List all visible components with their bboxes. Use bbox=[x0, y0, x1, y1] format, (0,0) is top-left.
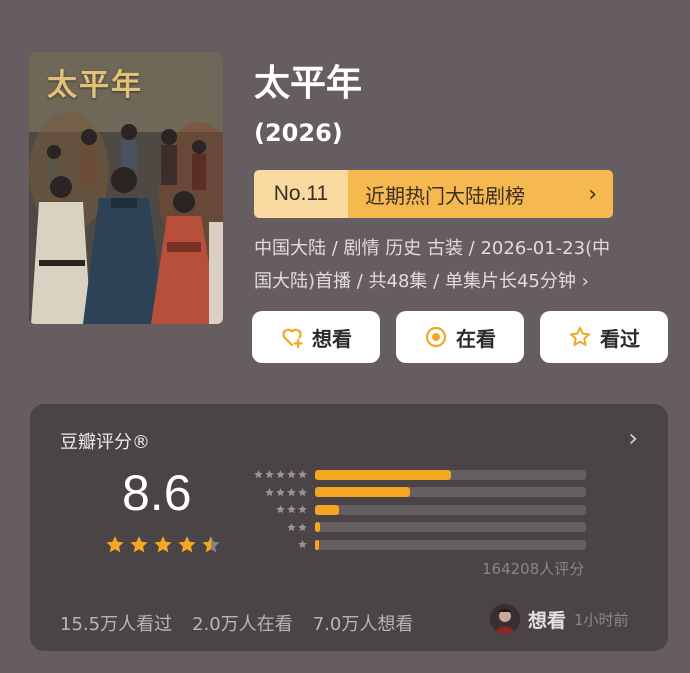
distribution-track bbox=[315, 487, 586, 498]
small-star-icon bbox=[265, 487, 274, 496]
rank-badge[interactable]: No.11 近期热门大陆剧榜 › bbox=[254, 170, 613, 218]
small-star-icon bbox=[276, 470, 285, 479]
rank-list-name: 近期热门大陆剧榜 › bbox=[348, 170, 613, 218]
recent-activity[interactable]: 想看 1小时前 bbox=[490, 604, 629, 634]
show-meta[interactable]: 中国大陆 / 剧情 历史 古装 / 2026-01-23(中 国大陆)首播 / … bbox=[254, 232, 654, 298]
distribution-row-1-star bbox=[243, 536, 593, 554]
small-star-icon bbox=[287, 487, 296, 496]
distribution-track bbox=[315, 469, 586, 480]
star-icon bbox=[154, 536, 172, 553]
rating-count: 164208人评分 bbox=[482, 560, 585, 578]
small-star-icon bbox=[298, 522, 307, 531]
want-count: 7.0万人想看 bbox=[312, 614, 414, 635]
page-title: 太平年 bbox=[254, 63, 363, 104]
watching-count: 2.0万人在看 bbox=[192, 614, 293, 635]
distribution-bar bbox=[315, 539, 320, 550]
small-star-icon bbox=[276, 487, 285, 496]
distribution-stars bbox=[243, 539, 315, 550]
audience-stats: 15.5万人看过 2.0万人在看 7.0万人想看 bbox=[60, 610, 413, 636]
recent-time: 1小时前 bbox=[574, 610, 629, 629]
rank-number: No.11 bbox=[254, 170, 348, 218]
distribution-row-3-star bbox=[243, 501, 593, 519]
distribution-track bbox=[315, 504, 586, 515]
watching-button[interactable]: 在看 bbox=[396, 311, 524, 363]
watched-button[interactable]: 看过 bbox=[540, 311, 668, 363]
small-star-icon bbox=[298, 487, 307, 496]
watched-label: 看过 bbox=[600, 326, 640, 351]
recent-action: 想看 bbox=[528, 609, 567, 632]
rating-score: 8.6 bbox=[122, 465, 192, 521]
small-star-icon bbox=[265, 470, 274, 479]
distribution-bar bbox=[315, 487, 410, 498]
small-star-icon bbox=[287, 470, 296, 479]
release-year: (2026) bbox=[254, 119, 343, 147]
poster-title: 太平年 bbox=[47, 68, 143, 103]
small-star-icon bbox=[298, 470, 307, 479]
meta-line-1: 中国大陆 / 剧情 历史 古装 / 2026-01-23(中 bbox=[254, 238, 611, 259]
action-bar: 想看 在看 看过 bbox=[252, 311, 668, 363]
star-icon bbox=[202, 536, 220, 553]
watched-count: 15.5万人看过 bbox=[60, 614, 173, 635]
distribution-bar bbox=[315, 522, 321, 533]
chevron-right-icon: › bbox=[588, 181, 597, 207]
distribution-bar bbox=[315, 504, 340, 515]
watching-label: 在看 bbox=[456, 326, 496, 351]
want-to-watch-button[interactable]: 想看 bbox=[252, 311, 380, 363]
distribution-stars bbox=[243, 487, 315, 498]
distribution-stars bbox=[243, 522, 315, 533]
distribution-stars bbox=[243, 504, 315, 515]
star-outline-icon bbox=[570, 326, 590, 346]
meta-line-2: 国大陆)首播 / 共48集 / 单集片长45分钟 › bbox=[254, 271, 589, 292]
heart-plus-icon bbox=[282, 328, 303, 349]
rating-distribution bbox=[243, 466, 593, 554]
avatar bbox=[490, 604, 520, 634]
star-icon bbox=[130, 536, 148, 553]
distribution-row-2-star bbox=[243, 519, 593, 537]
star-icon bbox=[106, 536, 124, 553]
want-to-watch-label: 想看 bbox=[312, 326, 352, 351]
small-star-icon bbox=[276, 505, 285, 514]
distribution-bar bbox=[315, 469, 451, 480]
distribution-track bbox=[315, 522, 586, 533]
target-icon bbox=[425, 326, 447, 348]
small-star-icon bbox=[287, 505, 296, 514]
rating-stars bbox=[104, 534, 222, 556]
chevron-right-icon[interactable]: › bbox=[628, 424, 638, 452]
poster-image[interactable]: 太平年 bbox=[29, 52, 223, 324]
small-star-icon bbox=[298, 505, 307, 514]
distribution-track bbox=[315, 539, 586, 550]
distribution-stars bbox=[243, 469, 315, 480]
distribution-row-4-star bbox=[243, 484, 593, 502]
distribution-row-5-star bbox=[243, 466, 593, 484]
small-star-icon bbox=[298, 540, 307, 549]
small-star-icon bbox=[254, 470, 263, 479]
rating-title: 豆瓣评分® bbox=[60, 432, 150, 453]
small-star-icon bbox=[287, 522, 296, 531]
rank-list-label: 近期热门大陆剧榜 bbox=[365, 183, 525, 208]
star-icon bbox=[178, 536, 196, 553]
rating-card[interactable]: 豆瓣评分® › 8.6 164208人评分 15.5万人看过 2.0万人在看 7… bbox=[30, 404, 668, 651]
